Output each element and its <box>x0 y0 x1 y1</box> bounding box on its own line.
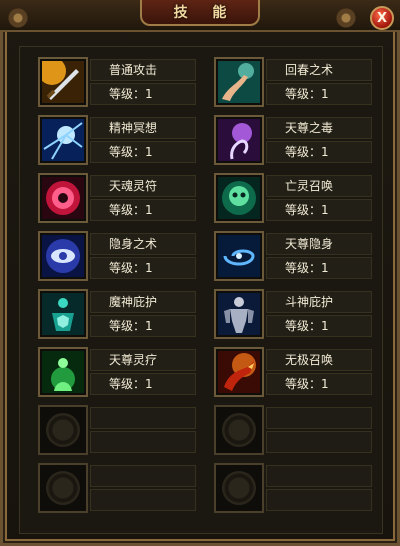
eye-rune-icon <box>38 231 88 281</box>
empty-skill-slot[interactable] <box>38 463 198 513</box>
skill-grid: 普通攻击 等级：1 回春之术 等级：1 精神冥想 等级：1 天尊之毒 等级：1 … <box>19 46 383 534</box>
skill-level: 等级：1 <box>266 315 372 337</box>
empty-slot-icon <box>214 463 264 513</box>
skill-level-empty <box>90 431 196 453</box>
skill-level: 等级：1 <box>90 199 196 221</box>
skill-level: 等级：1 <box>266 141 372 163</box>
close-button[interactable]: X <box>370 6 394 30</box>
sword-slash-icon <box>38 57 88 107</box>
skill-slot[interactable]: 无极召唤 等级：1 <box>214 347 374 397</box>
skill-level: 等级：1 <box>266 373 372 395</box>
skill-level: 等级：1 <box>266 257 372 279</box>
skill-name: 隐身之术 <box>90 233 196 255</box>
skill-name: 魔神庇护 <box>90 291 196 313</box>
skill-level-empty <box>266 489 372 511</box>
skill-name: 天尊灵疗 <box>90 349 196 371</box>
empty-slot-icon <box>38 463 88 513</box>
skill-name: 天魂灵符 <box>90 175 196 197</box>
light-burst-icon <box>38 115 88 165</box>
skill-name: 天尊之毒 <box>266 117 372 139</box>
skill-name: 普通攻击 <box>90 59 196 81</box>
skill-name: 回春之术 <box>266 59 372 81</box>
dragon-summon-icon <box>214 347 264 397</box>
ornament-corner-left <box>0 0 36 30</box>
skill-name: 无极召唤 <box>266 349 372 371</box>
skill-slot[interactable]: 魔神庇护 等级：1 <box>38 289 198 339</box>
skill-level-empty <box>90 489 196 511</box>
healing-hand-icon <box>214 57 264 107</box>
poison-hand-icon <box>214 115 264 165</box>
skill-name: 亡灵召唤 <box>266 175 372 197</box>
skill-slot[interactable]: 天尊隐身 等级：1 <box>214 231 374 281</box>
skill-slot[interactable]: 普通攻击 等级：1 <box>38 57 198 107</box>
skill-slot[interactable]: 天尊之毒 等级：1 <box>214 115 374 165</box>
skill-name: 斗神庇护 <box>266 291 372 313</box>
close-icon: X <box>376 10 388 26</box>
skill-slot[interactable]: 斗神庇护 等级：1 <box>214 289 374 339</box>
skill-level: 等级：1 <box>266 83 372 105</box>
skill-slot[interactable]: 亡灵召唤 等级：1 <box>214 173 374 223</box>
skill-level: 等级：1 <box>90 373 196 395</box>
empty-skill-slot[interactable] <box>38 405 198 455</box>
skill-name-empty <box>266 465 372 487</box>
skull-summon-icon <box>214 173 264 223</box>
red-talisman-icon <box>38 173 88 223</box>
skill-slot[interactable]: 精神冥想 等级：1 <box>38 115 198 165</box>
skill-slot[interactable]: 回春之术 等级：1 <box>214 57 374 107</box>
skill-level: 等级：1 <box>90 315 196 337</box>
skill-level: 等级：1 <box>90 141 196 163</box>
skill-slot[interactable]: 隐身之术 等级：1 <box>38 231 198 281</box>
empty-skill-slot[interactable] <box>214 463 374 513</box>
skill-slot[interactable]: 天尊灵疗 等级：1 <box>38 347 198 397</box>
skill-level: 等级：1 <box>90 83 196 105</box>
green-heal-icon <box>38 347 88 397</box>
skill-name-empty <box>266 407 372 429</box>
skill-name: 天尊隐身 <box>266 233 372 255</box>
empty-slot-icon <box>214 405 264 455</box>
skill-name-empty <box>90 407 196 429</box>
skill-level-empty <box>266 431 372 453</box>
armored-warrior-icon <box>214 289 264 339</box>
empty-skill-slot[interactable] <box>214 405 374 455</box>
skill-level: 等级：1 <box>90 257 196 279</box>
skill-slot[interactable]: 天魂灵符 等级：1 <box>38 173 198 223</box>
skill-level: 等级：1 <box>266 199 372 221</box>
title-plate: 技 能 <box>140 0 260 26</box>
title-bar: 技 能 X <box>0 0 400 32</box>
skill-name: 精神冥想 <box>90 117 196 139</box>
ornament-corner-right <box>328 0 364 30</box>
vortex-icon <box>214 231 264 281</box>
window-title: 技 能 <box>173 5 237 21</box>
skill-name-empty <box>90 465 196 487</box>
shield-warrior-icon <box>38 289 88 339</box>
empty-slot-icon <box>38 405 88 455</box>
